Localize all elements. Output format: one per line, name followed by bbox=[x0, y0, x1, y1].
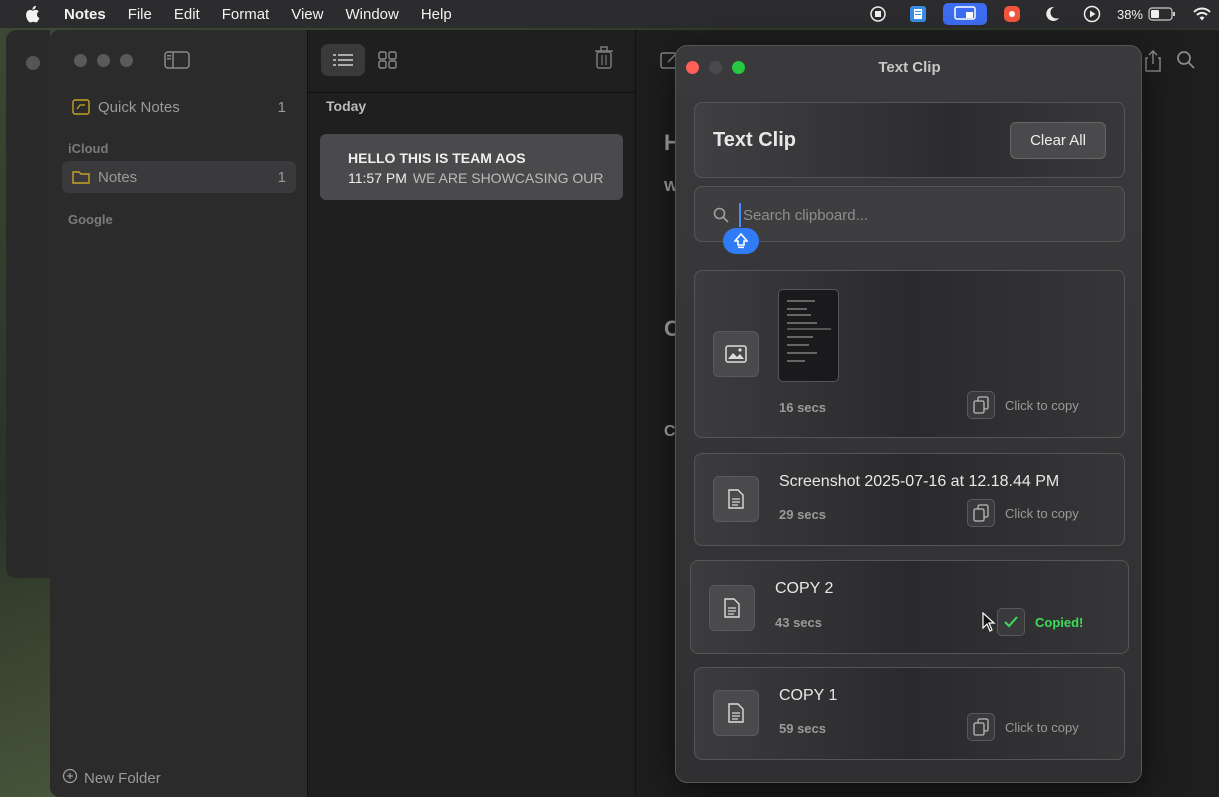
apple-icon[interactable] bbox=[24, 5, 42, 23]
menu-window[interactable]: Window bbox=[345, 6, 398, 23]
quick-notes-icon bbox=[72, 99, 90, 115]
list-view-button[interactable] bbox=[321, 44, 365, 76]
copy-label: Click to copy bbox=[1005, 719, 1079, 735]
window-controls bbox=[74, 54, 133, 67]
menu-edit[interactable]: Edit bbox=[174, 6, 200, 23]
menu-help[interactable]: Help bbox=[421, 6, 452, 23]
copy-label: Copied! bbox=[1035, 614, 1084, 630]
sidebar-toggle-icon[interactable] bbox=[164, 50, 190, 75]
trash-icon[interactable] bbox=[594, 46, 614, 75]
clip-age: 43 secs bbox=[775, 615, 822, 630]
sidebar-item-count: 1 bbox=[277, 168, 286, 186]
note-time: 11:57 PM bbox=[348, 170, 407, 186]
copied-indicator[interactable]: Copied! bbox=[997, 608, 1083, 636]
note-meta: 11:57 PM WE ARE SHOWCASING OUR bbox=[348, 170, 603, 186]
sidebar-item-notes[interactable]: Notes 1 bbox=[62, 161, 296, 193]
textclip-window: Text Clip Text Clip Clear All 16 secs bbox=[675, 45, 1142, 783]
list-group-today: Today bbox=[326, 98, 367, 114]
new-folder-button[interactable]: New Folder bbox=[62, 768, 161, 788]
checkmark-icon bbox=[997, 608, 1025, 636]
menu-bar: Notes File Edit Format View Window Help … bbox=[0, 0, 1219, 28]
battery-percent: 38% bbox=[1116, 6, 1143, 22]
plus-circle-icon bbox=[62, 768, 78, 788]
editor-text-fragment: C bbox=[664, 423, 676, 440]
menu-format[interactable]: Format bbox=[222, 6, 270, 23]
textclip-window-title: Text Clip bbox=[878, 59, 941, 76]
mouse-cursor-icon bbox=[982, 611, 996, 637]
textclip-header-title: Text Clip bbox=[713, 129, 796, 151]
clear-all-button[interactable]: Clear All bbox=[1010, 122, 1106, 159]
clip-item-text[interactable]: COPY 2 43 secs Copied! bbox=[690, 560, 1129, 654]
clip-age: 29 secs bbox=[779, 507, 826, 522]
moon-icon[interactable] bbox=[1037, 3, 1067, 25]
image-icon bbox=[713, 331, 759, 377]
grid-icon bbox=[378, 51, 397, 69]
copy-icon bbox=[967, 499, 995, 527]
search-box bbox=[694, 186, 1125, 242]
zoom-button[interactable] bbox=[120, 54, 133, 67]
copy-icon bbox=[967, 713, 995, 741]
sidebar-section-icloud: iCloud bbox=[68, 141, 109, 156]
clip-name: COPY 2 bbox=[775, 580, 834, 597]
record-icon[interactable] bbox=[863, 3, 893, 25]
share-icon[interactable] bbox=[1144, 49, 1162, 77]
play-icon[interactable] bbox=[1077, 3, 1107, 25]
clip-name: COPY 1 bbox=[779, 687, 838, 704]
sidebar-item-count: 1 bbox=[277, 98, 286, 116]
menu-view[interactable]: View bbox=[291, 6, 323, 23]
gallery-view-button[interactable] bbox=[366, 44, 410, 76]
screen-mirror-icon[interactable] bbox=[942, 3, 987, 25]
background-window bbox=[6, 30, 50, 578]
copy-label: Click to copy bbox=[1005, 397, 1079, 413]
document-icon bbox=[713, 476, 759, 522]
battery-icon[interactable] bbox=[1147, 3, 1177, 25]
close-button[interactable] bbox=[74, 54, 87, 67]
folder-icon bbox=[72, 169, 90, 185]
sidebar-item-quick-notes[interactable]: Quick Notes 1 bbox=[62, 91, 296, 123]
wifi-icon[interactable] bbox=[1187, 3, 1217, 25]
sidebar-item-label: Notes bbox=[98, 168, 138, 186]
list-icon bbox=[333, 54, 353, 66]
copy-label: Click to copy bbox=[1005, 505, 1079, 521]
click-to-copy[interactable]: Click to copy bbox=[967, 499, 1079, 527]
caps-lock-icon bbox=[723, 228, 759, 254]
search-icon bbox=[713, 207, 729, 228]
clip-item-text[interactable]: Screenshot 2025-07-16 at 12.18.44 PM 29 … bbox=[694, 453, 1125, 546]
textclip-header: Text Clip Clear All bbox=[694, 102, 1125, 178]
screenshot-thumbnail bbox=[778, 289, 839, 382]
clip-age: 16 secs bbox=[779, 400, 826, 415]
copy-icon bbox=[967, 391, 995, 419]
minimize-button[interactable] bbox=[97, 54, 110, 67]
click-to-copy[interactable]: Click to copy bbox=[967, 713, 1079, 741]
document-icon bbox=[709, 585, 755, 631]
clip-age: 59 secs bbox=[779, 721, 826, 736]
document-icon bbox=[713, 690, 759, 736]
sidebar: Quick Notes 1 iCloud Notes 1 Google New … bbox=[50, 30, 308, 797]
clip-name: Screenshot 2025-07-16 at 12.18.44 PM bbox=[779, 473, 1060, 490]
note-list-item[interactable]: HELLO THIS IS TEAM AOS 11:57 PM WE ARE SH… bbox=[320, 134, 623, 200]
textclip-tray-icon[interactable] bbox=[903, 3, 933, 25]
clip-item-text[interactable]: COPY 1 59 secs Click to copy bbox=[694, 667, 1125, 760]
note-title: HELLO THIS IS TEAM AOS bbox=[348, 150, 526, 166]
note-preview: WE ARE SHOWCASING OUR bbox=[412, 170, 604, 186]
app-orange-icon[interactable] bbox=[997, 3, 1027, 25]
sidebar-item-label: Quick Notes bbox=[98, 98, 180, 116]
click-to-copy[interactable]: Click to copy bbox=[967, 391, 1079, 419]
note-list-pane: Today HELLO THIS IS TEAM AOS 11:57 PM WE … bbox=[308, 30, 636, 797]
menu-app-notes[interactable]: Notes bbox=[64, 6, 106, 23]
clip-item-image[interactable]: 16 secs Click to copy bbox=[694, 270, 1125, 438]
search-input[interactable] bbox=[739, 203, 1099, 227]
search-icon[interactable] bbox=[1176, 50, 1196, 75]
sidebar-section-google: Google bbox=[68, 212, 113, 227]
list-divider bbox=[308, 92, 636, 93]
menu-file[interactable]: File bbox=[128, 6, 152, 23]
new-folder-label: New Folder bbox=[84, 769, 161, 787]
